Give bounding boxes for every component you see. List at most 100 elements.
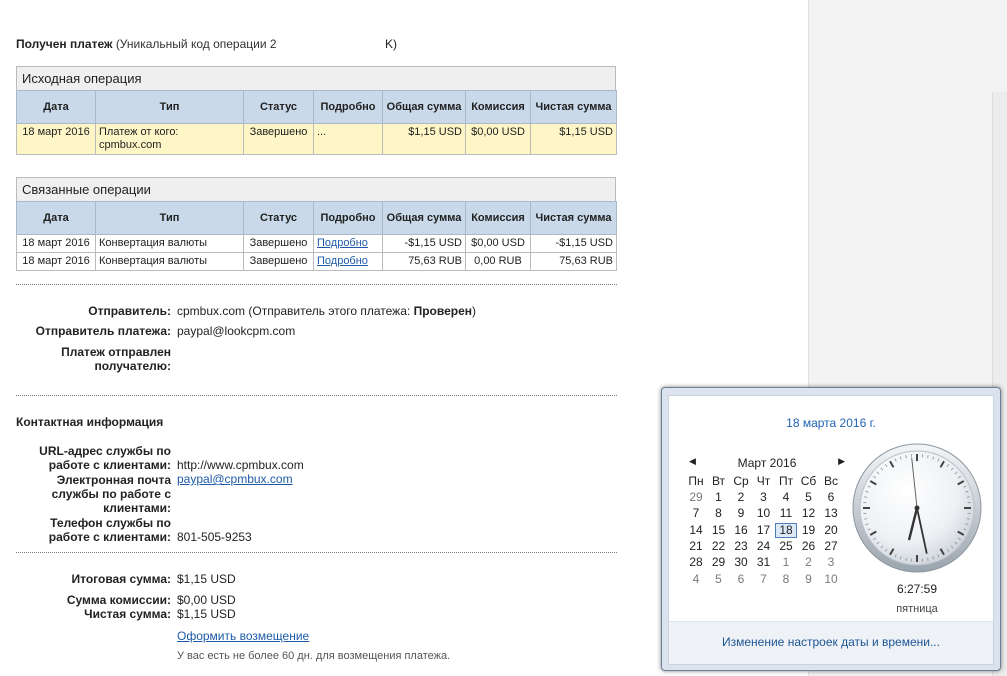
calendar-day[interactable]: 5 xyxy=(708,572,730,587)
sender-value-line: cpmbux.com (Отправитель этого платежа: П… xyxy=(177,304,476,318)
calendar-day[interactable]: 13 xyxy=(820,506,842,521)
cell-details: Подробно xyxy=(313,234,383,253)
url-label-1: URL-адрес службы по xyxy=(39,444,171,458)
cell-net: -$1,15 USD xyxy=(530,234,617,253)
calendar-day[interactable]: 3 xyxy=(753,490,775,505)
sent-to-label-1: Платеж отправлен xyxy=(61,345,171,359)
details-link[interactable]: Подробно xyxy=(317,237,368,249)
fee-value: $0,00 USD xyxy=(177,593,236,607)
table-row: 18 март 2016 Конвертация валюты Завершено П… xyxy=(16,234,617,253)
column-header: Статус xyxy=(243,90,314,124)
weekday-header: Сб xyxy=(800,474,817,488)
total-value: $1,15 USD xyxy=(177,572,236,586)
calendar-day[interactable]: 24 xyxy=(753,539,775,554)
calendar-day[interactable]: 21 xyxy=(685,539,707,554)
calendar-day[interactable]: 19 xyxy=(798,523,820,538)
column-header: Общая сумма xyxy=(382,201,466,235)
original-operation-section: Исходная операция Дата Тип Статус Подробно О… xyxy=(16,66,617,155)
calendar-day[interactable]: 20 xyxy=(820,523,842,538)
cell-date: 18 март 2016 xyxy=(16,234,96,253)
cell-status: Завершено xyxy=(243,234,314,253)
cell-type: Платеж от кого: cpmbux.com xyxy=(95,123,244,155)
email-label-2: службы по работе с xyxy=(51,487,171,501)
calendar-day[interactable]: 6 xyxy=(820,490,842,505)
calendar-month[interactable]: Март 2016 xyxy=(687,456,847,470)
net-value: $1,15 USD xyxy=(177,607,236,621)
calendar-day[interactable]: 7 xyxy=(685,506,707,521)
sent-to-label-2: получателю: xyxy=(94,359,171,373)
calendar-day[interactable]: 27 xyxy=(820,539,842,554)
calendar-day[interactable]: 1 xyxy=(708,490,730,505)
calendar-day[interactable]: 11 xyxy=(775,506,797,521)
related-operations-heading: Связанные операции xyxy=(16,177,616,201)
refund-link-wrap: Оформить возмещение xyxy=(177,629,309,643)
weekday-header: Пт xyxy=(778,474,794,488)
calendar-day[interactable]: 3 xyxy=(820,555,842,570)
cell-fee: $0,00 USD xyxy=(465,234,531,253)
calendar-day[interactable]: 5 xyxy=(798,490,820,505)
support-email-link[interactable]: paypal@cpmbux.com xyxy=(177,472,293,486)
calendar-day[interactable]: 9 xyxy=(798,572,820,587)
calendar-day[interactable]: 4 xyxy=(685,572,707,587)
calendar-nav: ◀ Март 2016 ▶ xyxy=(687,456,847,472)
calendar-day[interactable]: 31 xyxy=(753,555,775,570)
calendar-day[interactable]: 9 xyxy=(730,506,752,521)
calendar-day[interactable]: 23 xyxy=(730,539,752,554)
sender-label: Отправитель: xyxy=(88,304,171,318)
cell-date: 18 март 2016 xyxy=(16,123,96,155)
url-value: http://www.cpmbux.com xyxy=(177,458,304,472)
calendar-day[interactable]: 29 xyxy=(708,555,730,570)
divider xyxy=(16,552,617,553)
calendar-day[interactable]: 4 xyxy=(775,490,797,505)
calendar-day[interactable]: 30 xyxy=(730,555,752,570)
calendar-day[interactable]: 15 xyxy=(708,523,730,538)
cell-details: Подробно xyxy=(313,252,383,271)
phone-label-2: работе с клиентами: xyxy=(48,530,171,544)
calendar-day[interactable]: 28 xyxy=(685,555,707,570)
calendar-day[interactable]: 10 xyxy=(820,572,842,587)
details-link[interactable]: Подробно xyxy=(317,255,368,267)
calendar-day[interactable]: 2 xyxy=(730,490,752,505)
cell-status: Завершено xyxy=(243,252,314,271)
calendar-day[interactable]: 26 xyxy=(798,539,820,554)
calendar-day[interactable]: 7 xyxy=(753,572,775,587)
column-header: Тип xyxy=(95,90,244,124)
cell-net: $1,15 USD xyxy=(530,123,617,155)
cell-status: Завершено xyxy=(243,123,314,155)
column-header: Подробно xyxy=(313,90,383,124)
sender-value: cpmbux.com xyxy=(177,304,246,318)
calendar-day[interactable]: 10 xyxy=(753,506,775,521)
calendar-day[interactable]: 22 xyxy=(708,539,730,554)
calendar-day[interactable]: 29 xyxy=(685,490,707,505)
original-operation-heading: Исходная операция xyxy=(16,66,616,90)
divider xyxy=(16,395,617,396)
weekday-header: Чт xyxy=(756,474,771,488)
calendar-day[interactable]: 1 xyxy=(775,555,797,570)
calendar-day[interactable]: 12 xyxy=(798,506,820,521)
email-label-1: Электронная почта xyxy=(56,473,171,487)
cell-fee: $0,00 USD xyxy=(465,123,531,155)
calendar-day[interactable]: 18 xyxy=(775,522,797,538)
weekday-label: пятница xyxy=(896,603,938,615)
long-date-link[interactable]: 18 марта 2016 г. xyxy=(669,416,993,430)
analog-clock xyxy=(852,443,982,573)
phone-value: 801-505-9253 xyxy=(177,530,252,544)
change-datetime-settings-link[interactable]: Изменение настроек даты и времени... xyxy=(669,635,993,649)
column-header: Чистая сумма xyxy=(530,90,617,124)
calendar-day[interactable]: 17 xyxy=(753,523,775,538)
page-title: Получен платеж (Уникальный код операции … xyxy=(16,37,397,51)
calendar-day[interactable]: 14 xyxy=(685,523,707,538)
datetime-footer: Изменение настроек даты и времени... xyxy=(668,621,994,665)
calendar-day[interactable]: 16 xyxy=(730,523,752,538)
net-label: Чистая сумма: xyxy=(84,607,171,621)
next-month-icon[interactable]: ▶ xyxy=(838,456,845,467)
calendar-day[interactable]: 8 xyxy=(775,572,797,587)
column-header: Дата xyxy=(16,90,96,124)
column-header: Чистая сумма xyxy=(530,201,617,235)
calendar-day[interactable]: 6 xyxy=(730,572,752,587)
refund-link[interactable]: Оформить возмещение xyxy=(177,629,309,643)
calendar-day[interactable]: 2 xyxy=(798,555,820,570)
calendar-day[interactable]: 8 xyxy=(708,506,730,521)
cell-type: Конвертация валюты xyxy=(95,252,244,271)
calendar-day[interactable]: 25 xyxy=(775,539,797,554)
